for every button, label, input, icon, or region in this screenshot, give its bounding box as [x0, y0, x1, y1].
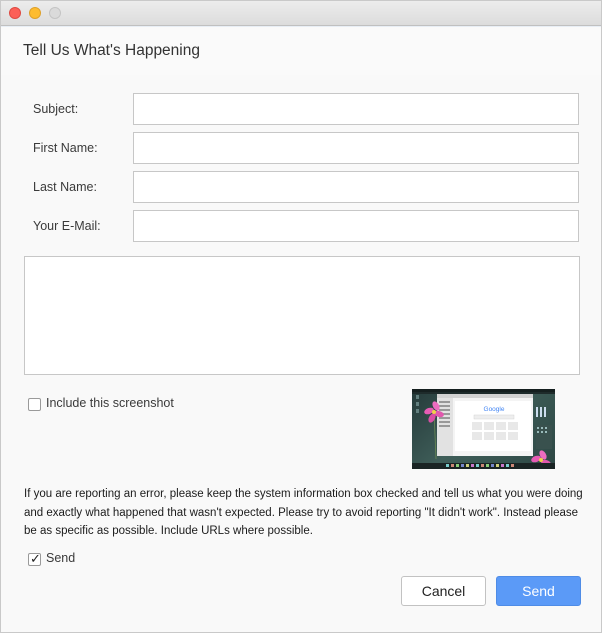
subject-input[interactable] [133, 93, 579, 125]
subject-label: Subject: [33, 102, 79, 116]
title-bar [1, 1, 601, 26]
screenshot-thumbnail: Google [412, 389, 555, 469]
email-input[interactable] [133, 210, 579, 242]
last-name-label: Last Name: [33, 180, 97, 194]
cancel-button[interactable]: Cancel [401, 576, 486, 606]
minimize-window-button[interactable] [29, 7, 41, 19]
thumbnail-logo-text: Google [484, 406, 505, 413]
last-name-input[interactable] [133, 171, 579, 203]
include-screenshot-checkbox[interactable] [28, 398, 41, 411]
first-name-input[interactable] [133, 132, 579, 164]
email-label: Your E-Mail: [33, 219, 101, 233]
description-textarea[interactable] [24, 256, 580, 375]
first-name-label: First Name: [33, 141, 98, 155]
dialog-title: Tell Us What's Happening [23, 42, 200, 59]
send-checkbox-label[interactable]: Send [46, 551, 75, 565]
send-checkbox[interactable]: ✓ [28, 551, 41, 566]
form-content: Subject: First Name: Last Name: Your E-M… [1, 75, 601, 632]
dialog-header: Tell Us What's Happening [1, 26, 601, 76]
close-window-button[interactable] [9, 7, 21, 19]
screenshot-preview-image: Google [412, 389, 555, 469]
include-screenshot-label[interactable]: Include this screenshot [46, 396, 174, 410]
send-button[interactable]: Send [496, 576, 581, 606]
zoom-window-button[interactable] [49, 7, 61, 19]
checkmark-icon: ✓ [30, 551, 41, 566]
feedback-window: Tell Us What's Happening Subject: First … [0, 0, 602, 633]
instructions-text: If you are reporting an error, please ke… [24, 488, 583, 537]
